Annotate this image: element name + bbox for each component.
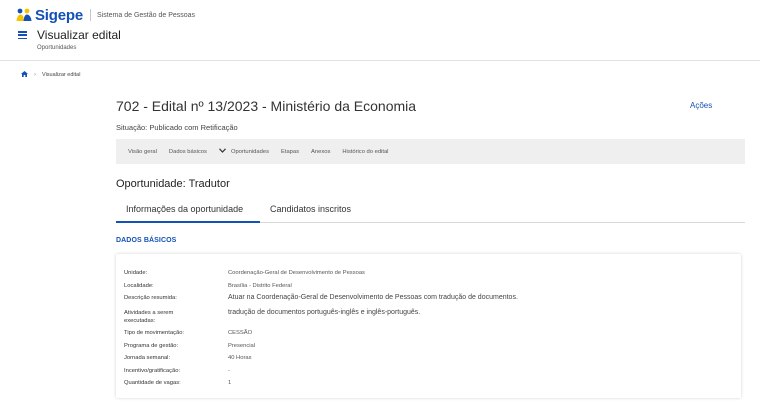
sigepe-logo-icon: [16, 8, 32, 22]
field-label: Descrição resumida:: [124, 295, 177, 301]
menu-icon[interactable]: [18, 31, 27, 40]
section-title: DADOS BÁSICOS: [116, 237, 177, 244]
field-value: -: [228, 368, 230, 374]
field-label: Localidade:: [124, 283, 154, 289]
breadcrumb: › Visualizar edital: [21, 71, 80, 79]
field-value: Atuar na Coordenação-Geral de Desenvolvi…: [228, 294, 518, 301]
basic-data-card: Unidade: Coordenação-Geral de Desenvolvi…: [116, 254, 741, 398]
chevron-down-icon: [218, 148, 226, 155]
tab-oportunidades[interactable]: Oportunidades: [218, 148, 269, 155]
edital-title: 702 - Edital nº 13/2023 - Ministério da …: [116, 98, 417, 114]
breadcrumb-current: Visualizar edital: [42, 72, 81, 78]
home-icon[interactable]: [21, 71, 28, 79]
field-label: Quantidade de vagas:: [124, 380, 181, 386]
edital-nav: Visão geral Dados básicos Oportunidades …: [116, 139, 745, 164]
brand-subtitle: Sistema de Gestão de Pessoas: [96, 11, 196, 19]
tab-oportunidades-label: Oportunidades: [230, 148, 269, 155]
tab-dados-basicos[interactable]: Dados básicos: [169, 149, 207, 155]
field-value: Brasília - Distrito Federal: [228, 283, 292, 289]
brand[interactable]: Sigepe Sistema de Gestão de Pessoas: [16, 6, 195, 24]
field-label: Tipo de movimentação:: [124, 330, 185, 336]
field-value: 40 Horas: [228, 355, 252, 361]
chevron-right-icon: ›: [34, 72, 36, 78]
tab-informacoes[interactable]: Informações da oportunidade: [126, 204, 243, 214]
edital-status: Situação: Publicado com Retificação: [116, 123, 238, 132]
field-label: Atividades a serem executadas:: [124, 310, 174, 324]
page-subtitle: Oportunidades: [37, 45, 77, 51]
tab-candidatos[interactable]: Candidatos inscritos: [270, 204, 351, 214]
field-value: Coordenação-Geral de Desenvolvimento de …: [228, 270, 365, 276]
opportunity-title: Oportunidade: Tradutor: [116, 178, 230, 190]
brand-name: Sigepe: [35, 6, 83, 24]
tab-visao-geral[interactable]: Visão geral: [128, 149, 157, 155]
tab-etapas[interactable]: Etapas: [281, 149, 299, 155]
field-value: CESSÃO: [228, 330, 253, 336]
page-title: Visualizar edital: [37, 28, 121, 42]
opportunity-tabs: Informações da oportunidade Candidatos i…: [116, 198, 745, 223]
tab-historico[interactable]: Histórico do edital: [342, 149, 388, 155]
field-value: 1: [228, 380, 232, 386]
tab-anexos[interactable]: Anexos: [311, 149, 330, 155]
field-value: tradução de documentos português-inglês …: [228, 309, 421, 316]
brand-divider: [89, 9, 91, 21]
field-label: Incentivo/gratificação:: [124, 368, 181, 374]
field-label: Unidade:: [124, 270, 148, 276]
field-value: Presencial: [228, 343, 256, 349]
field-label: Jornada semanal:: [124, 355, 171, 361]
header-divider: [0, 60, 760, 61]
active-tab-indicator: [116, 221, 260, 223]
actions-link[interactable]: Ações: [690, 101, 712, 110]
field-label: Programa de gestão:: [124, 343, 179, 349]
